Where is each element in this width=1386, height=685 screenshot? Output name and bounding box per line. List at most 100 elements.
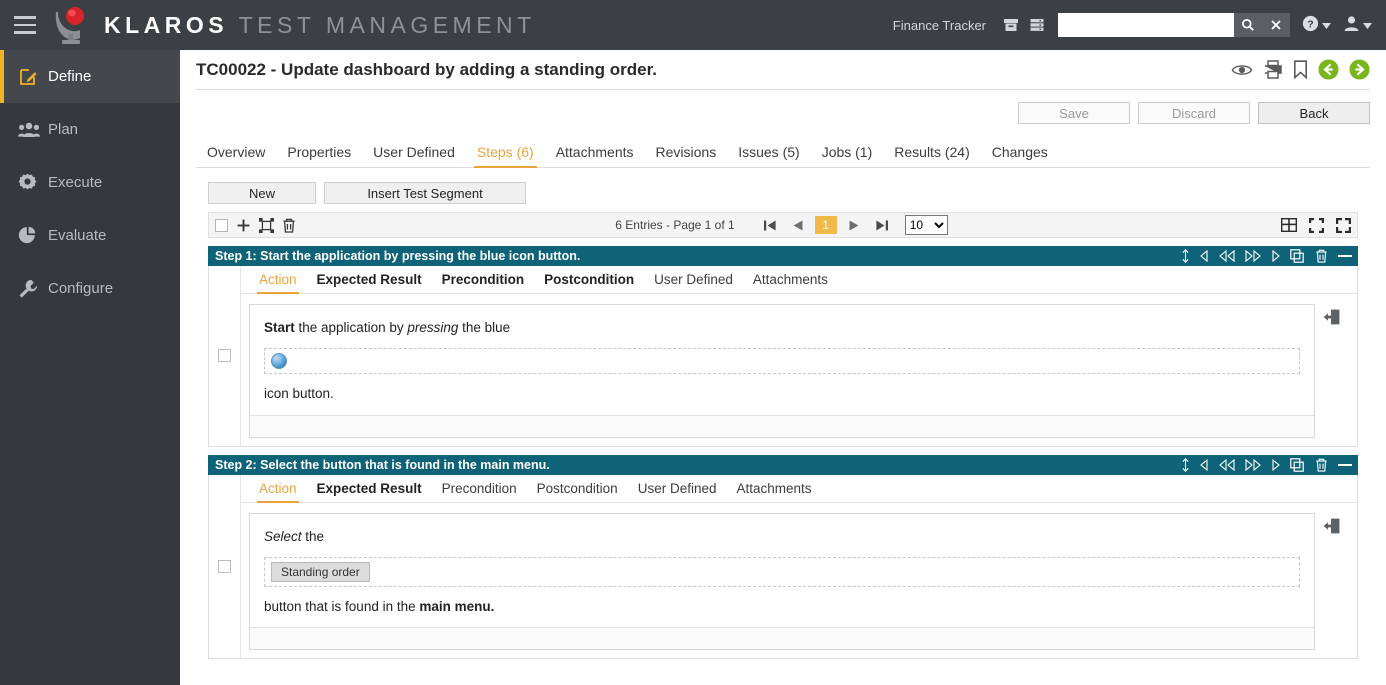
close-icon[interactable] — [1262, 13, 1290, 37]
step-tab-expected-result[interactable]: Expected Result — [307, 272, 432, 293]
step-action-line-1: Select the — [264, 527, 1300, 547]
collapse-step-icon[interactable] — [1338, 463, 1352, 467]
first-page-icon[interactable] — [759, 215, 781, 235]
step-embedded-object[interactable] — [264, 348, 1300, 374]
new-step-button[interactable]: New — [208, 182, 316, 204]
hamburger-icon[interactable] — [0, 0, 50, 50]
step-select-cell — [209, 266, 241, 446]
top-bar-right: Finance Tracker — [893, 10, 1386, 40]
sidebar-item-configure[interactable]: Configure — [0, 262, 180, 315]
standing-order-chip[interactable]: Standing order — [271, 562, 370, 582]
move-down-icon[interactable] — [1271, 459, 1280, 471]
help-icon: ? — [1302, 15, 1319, 35]
next-arrow-icon[interactable] — [1349, 59, 1370, 80]
prev-page-icon[interactable] — [787, 215, 809, 235]
bookmark-icon[interactable] — [1293, 60, 1308, 79]
tab-steps[interactable]: Steps (6) — [466, 144, 545, 167]
chevron-down-icon — [1363, 18, 1372, 33]
save-button[interactable]: Save — [1018, 102, 1130, 124]
collapse-all-icon[interactable] — [1309, 218, 1324, 233]
tab-revisions[interactable]: Revisions — [645, 144, 728, 167]
user-menu[interactable] — [1343, 15, 1372, 35]
step-embedded-object[interactable]: Standing order — [264, 557, 1300, 587]
search-input[interactable] — [1058, 13, 1234, 37]
duplicate-icon[interactable] — [259, 218, 274, 233]
search-box — [1058, 13, 1290, 37]
database-icon[interactable] — [1024, 10, 1050, 40]
step-tab-user-defined[interactable]: User Defined — [628, 481, 727, 502]
search-icon[interactable] — [1234, 13, 1262, 37]
move-to-top-icon[interactable] — [1219, 250, 1235, 262]
preview-eye-icon[interactable] — [1231, 62, 1253, 78]
collapse-step-icon[interactable] — [1338, 254, 1352, 258]
delete-step-icon[interactable] — [1315, 249, 1328, 263]
plus-icon[interactable] — [236, 218, 251, 233]
sidebar-item-plan[interactable]: Plan — [0, 103, 180, 156]
sidebar-item-evaluate[interactable]: Evaluate — [0, 209, 180, 262]
step-tab-postcondition[interactable]: Postcondition — [527, 481, 628, 502]
back-button[interactable]: Back — [1258, 102, 1370, 124]
delete-step-icon[interactable] — [1315, 458, 1328, 472]
move-up-icon[interactable] — [1200, 459, 1209, 471]
tab-results[interactable]: Results (24) — [883, 144, 980, 167]
step-tab-user-defined[interactable]: User Defined — [644, 272, 743, 293]
step-action-editor[interactable]: Start the application by pressing the bl… — [249, 304, 1315, 438]
sidebar-item-define[interactable]: Define — [0, 50, 180, 103]
next-page-icon[interactable] — [843, 215, 865, 235]
move-down-icon[interactable] — [1271, 250, 1280, 262]
print-icon[interactable] — [1263, 60, 1283, 79]
sidebar-item-label: Configure — [48, 280, 113, 297]
archive-icon[interactable] — [998, 10, 1024, 40]
sidebar-item-execute[interactable]: Execute — [0, 156, 180, 209]
copy-step-icon[interactable] — [1290, 458, 1305, 472]
last-page-icon[interactable] — [871, 215, 893, 235]
step-action-editor[interactable]: Select the Standing order button that is… — [249, 513, 1315, 651]
move-up-icon[interactable] — [1200, 250, 1209, 262]
step-tab-action[interactable]: Action — [249, 272, 307, 293]
current-page-button[interactable]: 1 — [815, 216, 837, 234]
tab-changes[interactable]: Changes — [981, 144, 1059, 167]
step-tab-action[interactable]: Action — [249, 481, 307, 502]
step-tab-expected-result[interactable]: Expected Result — [307, 481, 432, 502]
entries-label: 6 Entries - Page 1 of 1 — [615, 218, 734, 232]
help-menu[interactable]: ? — [1302, 15, 1331, 35]
tab-properties[interactable]: Properties — [276, 144, 362, 167]
insert-content-icon[interactable] — [1323, 517, 1341, 651]
step-header-title: Step 1: Start the application by pressin… — [215, 249, 580, 263]
step-tab-precondition[interactable]: Precondition — [432, 481, 527, 502]
move-to-bottom-icon[interactable] — [1245, 459, 1261, 471]
step-checkbox[interactable] — [218, 349, 231, 362]
resize-vertical-icon[interactable] — [1181, 249, 1190, 263]
resize-vertical-icon[interactable] — [1181, 458, 1190, 472]
insert-content-icon[interactable] — [1323, 308, 1341, 438]
select-all-checkbox[interactable] — [215, 219, 228, 232]
expand-all-icon[interactable] — [1336, 218, 1351, 233]
copy-step-icon[interactable] — [1290, 249, 1305, 263]
move-to-bottom-icon[interactable] — [1245, 250, 1261, 262]
step-header: Step 2: Select the button that is found … — [208, 455, 1358, 475]
svg-text:?: ? — [1307, 18, 1313, 30]
step-select-cell — [209, 475, 241, 659]
page-size-select[interactable]: 10 25 50 100 — [905, 215, 948, 235]
users-icon — [18, 121, 48, 139]
trash-icon[interactable] — [282, 218, 296, 233]
tab-jobs[interactable]: Jobs (1) — [811, 144, 884, 167]
tab-user-defined[interactable]: User Defined — [362, 144, 466, 167]
tab-overview[interactable]: Overview — [196, 144, 276, 167]
tab-attachments[interactable]: Attachments — [545, 144, 645, 167]
step-tab-postcondition[interactable]: Postcondition — [534, 272, 644, 293]
table-view-icon[interactable] — [1281, 218, 1297, 232]
step-header-actions — [1181, 249, 1352, 263]
step-tab-attachments[interactable]: Attachments — [743, 272, 838, 293]
step-checkbox[interactable] — [218, 560, 231, 573]
step-editor-side-actions — [1315, 513, 1349, 651]
brand-secondary: TEST MANAGEMENT — [239, 12, 536, 38]
tab-issues[interactable]: Issues (5) — [727, 144, 810, 167]
step-tab-attachments[interactable]: Attachments — [727, 481, 822, 502]
previous-arrow-icon[interactable] — [1318, 59, 1339, 80]
grid-pagination: 6 Entries - Page 1 of 1 1 — [615, 215, 947, 235]
move-to-top-icon[interactable] — [1219, 459, 1235, 471]
discard-button[interactable]: Discard — [1138, 102, 1250, 124]
insert-test-segment-button[interactable]: Insert Test Segment — [324, 182, 526, 204]
step-tab-precondition[interactable]: Precondition — [432, 272, 535, 293]
